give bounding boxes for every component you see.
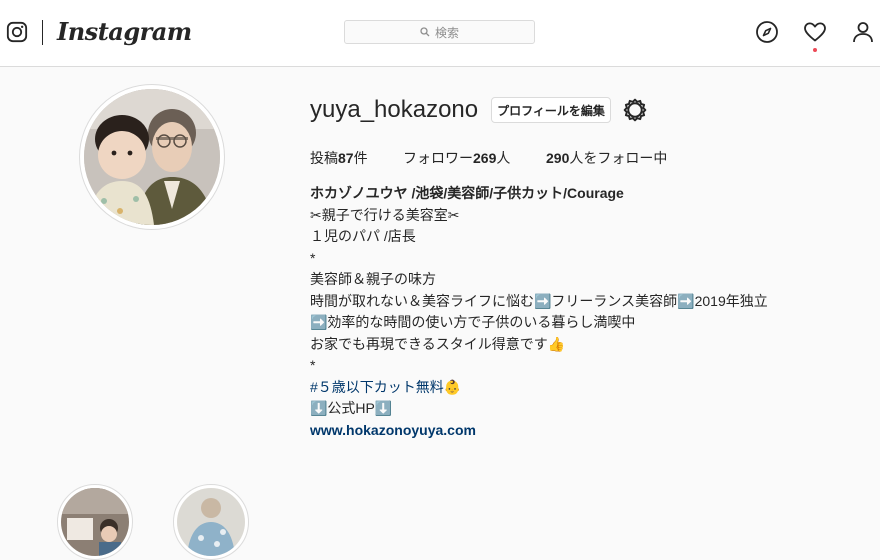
person-icon[interactable] [851,20,875,44]
search-placeholder: 検索 [434,25,459,40]
logo-divider [42,20,43,45]
bio-line: * [310,249,316,266]
bio-hashtag-link[interactable]: #５歳以下カット無料👶 [310,377,850,399]
instagram-glyph-icon[interactable] [6,21,28,43]
bio-line: * [310,357,316,373]
bio-line: ✂︎親子で行ける美容室✂︎ [310,206,460,223]
instagram-wordmark[interactable]: Instagram [57,17,192,46]
bio-line: 時間が取れない＆美容ライフに悩む➡️フリーランス美容師➡️2019年独立 [310,292,768,309]
story-highlight-2[interactable] [173,484,249,560]
bio-line: ⬇️公式HP⬇️ [310,400,393,416]
website-link[interactable]: www.hokazonoyuya.com [310,420,850,442]
bio-full-name: ホカゾノユウヤ /池袋/美容師/子供カット/Courage [310,185,624,201]
avatar-photo [84,89,220,225]
bio-line: お家でも再現できるスタイル得意です👍 [310,335,566,352]
compass-icon[interactable] [755,20,779,44]
bio-line: ➡️効率的な時間の使い方で子供のいる暮らし満喫中 [310,314,636,330]
profile-username: yuya_hokazono [310,96,479,123]
followers-link[interactable]: フォロワー269人 [403,148,510,168]
bio-line: １児のパパ /店長 [310,228,416,244]
following-link[interactable]: 290人をフォロー中 [546,148,667,168]
posts-count: 投稿87件 [310,150,368,166]
search-icon [420,27,430,37]
profile-bio: ホカゾノユウヤ /池袋/美容師/子供カット/Courage ✂︎親子で行ける美容… [310,183,850,441]
edit-profile-button[interactable]: プロフィールを編集 [491,97,611,123]
top-navigation-bar: Instagram 検索 [0,0,880,67]
story-highlight-1[interactable] [57,484,133,560]
profile-avatar[interactable] [79,84,225,230]
gear-icon[interactable] [622,97,648,123]
bio-line: 美容師＆親子の味方 [310,271,436,287]
search-input[interactable]: 検索 [344,20,535,44]
notification-dot [813,48,817,52]
heart-icon[interactable] [803,20,827,44]
